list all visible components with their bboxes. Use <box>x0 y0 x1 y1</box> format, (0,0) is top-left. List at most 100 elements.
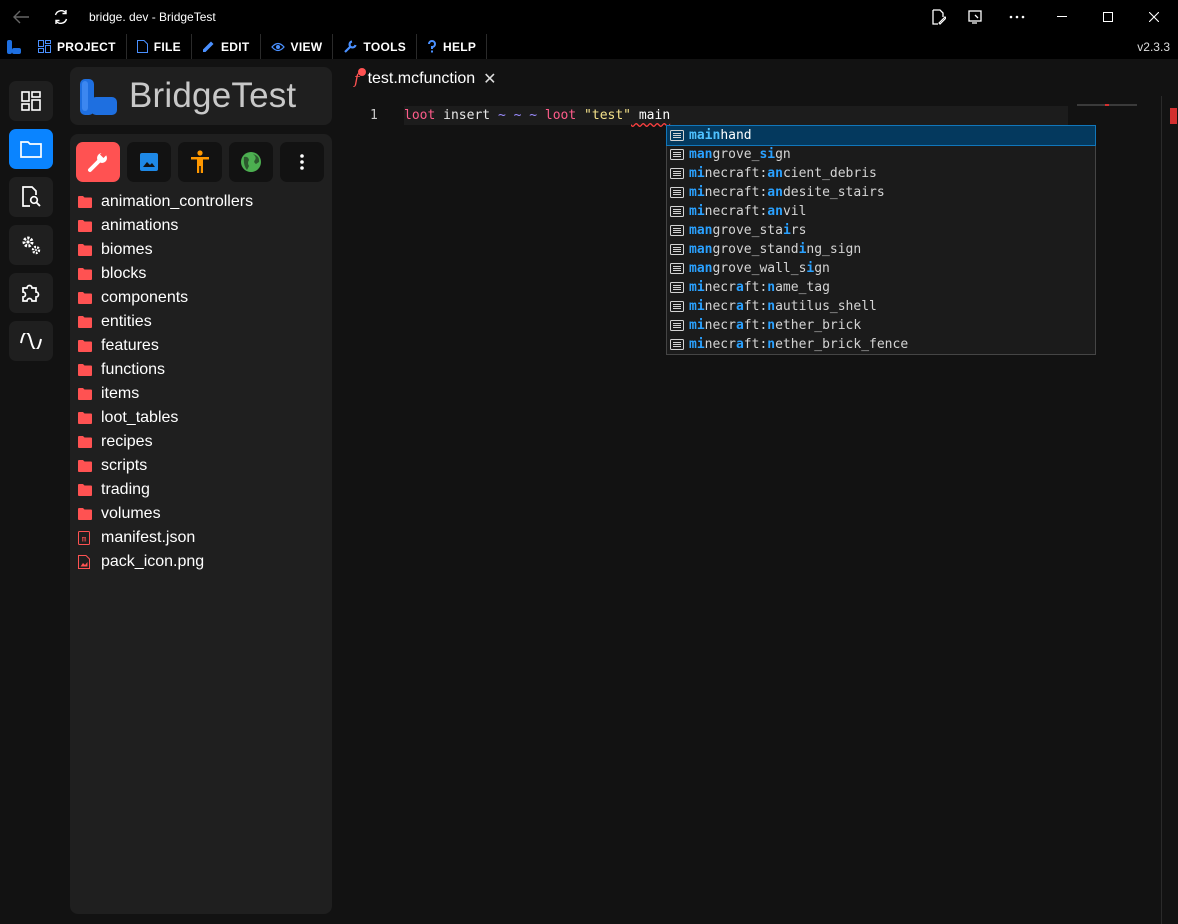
folder-item[interactable]: features <box>78 334 328 358</box>
close-tab-icon[interactable]: ✕ <box>483 69 496 89</box>
suggestion-text: necr <box>704 318 736 333</box>
line-number: 1 <box>370 108 378 123</box>
tab-test-mcfunction[interactable]: f test.mcfunction ✕ <box>354 68 497 89</box>
suggestion-item[interactable]: man grove_sta i rs <box>667 221 1095 240</box>
project-header[interactable]: BridgeTest <box>70 67 332 125</box>
menu-bar: PROJECT FILE EDIT VIEW TOOLS HELP v2.3.3 <box>0 34 1178 59</box>
suggestion-text: n <box>767 299 776 314</box>
settings-button[interactable] <box>9 225 53 265</box>
suggestion-item[interactable]: man grove_ si gn <box>667 145 1095 164</box>
suggestion-text: man <box>689 242 713 257</box>
back-arrow-icon[interactable] <box>6 0 36 34</box>
file-search-button[interactable] <box>9 177 53 217</box>
folder-item[interactable]: entities <box>78 310 328 334</box>
more-button[interactable] <box>280 142 324 182</box>
folder-icon <box>78 220 101 232</box>
menu-edit[interactable]: EDIT <box>192 34 261 59</box>
menu-help[interactable]: HELP <box>417 34 488 59</box>
folder-item[interactable]: animation_controllers <box>78 190 328 214</box>
suggestion-text: hand <box>720 128 752 143</box>
suggestion-text: a <box>735 337 744 352</box>
text-snippet-icon <box>670 301 689 312</box>
folder-icon <box>78 508 101 520</box>
wave-button[interactable] <box>9 321 53 361</box>
maximize-icon[interactable] <box>1085 0 1131 34</box>
folder-item[interactable]: scripts <box>78 454 328 478</box>
suggestion-item[interactable]: main hand <box>666 125 1096 146</box>
resource-pack-image-icon <box>140 153 158 171</box>
suggestion-item[interactable]: man grove_wall_s i gn <box>667 259 1095 278</box>
menu-file[interactable]: FILE <box>127 34 192 59</box>
folder-item[interactable]: recipes <box>78 430 328 454</box>
folder-item[interactable]: loot_tables <box>78 406 328 430</box>
suggestion-item[interactable]: mi necr a ft: n ether_brick <box>667 316 1095 335</box>
folder-label: features <box>101 337 159 354</box>
menu-project[interactable]: PROJECT <box>28 34 127 59</box>
folder-item[interactable]: blocks <box>78 262 328 286</box>
suggestion-text: necr <box>704 337 736 352</box>
file-search-icon <box>22 186 41 207</box>
bridge-logo-icon[interactable] <box>0 34 28 59</box>
folder-item[interactable]: trading <box>78 478 328 502</box>
suggestion-text: mi <box>689 318 705 333</box>
modified-dot <box>357 68 366 76</box>
text-snippet-icon <box>670 225 689 236</box>
folder-icon <box>78 340 101 352</box>
title-bar: bridge. dev - BridgeTest <box>0 0 1178 34</box>
suggestion-item[interactable]: mi necraft: an vil <box>667 202 1095 221</box>
close-icon[interactable] <box>1131 0 1177 34</box>
suggestion-text: necraft: <box>704 166 768 181</box>
edit-note-icon[interactable] <box>926 0 950 34</box>
editor-scrollbar[interactable] <box>1161 96 1178 924</box>
file-label: manifest.json <box>101 529 196 546</box>
extensions-button[interactable] <box>9 273 53 313</box>
more-vertical-icon <box>300 154 304 170</box>
folder-item[interactable]: items <box>78 382 328 406</box>
suggestion-item[interactable]: mi necr a ft: n ether_brick_fence <box>667 335 1095 354</box>
suggestion-text: n <box>767 318 776 333</box>
folder-item[interactable]: animations <box>78 214 328 238</box>
file-item[interactable]: pack_icon.png <box>78 550 328 574</box>
suggestion-item[interactable]: mi necr a ft: n autilus_shell <box>667 297 1095 316</box>
cast-icon[interactable] <box>963 0 987 34</box>
suggestion-text: ft: <box>743 337 768 352</box>
minimize-icon[interactable] <box>1039 0 1085 34</box>
folder-icon <box>78 460 101 472</box>
skin-pack-button[interactable] <box>178 142 222 182</box>
folder-item[interactable]: biomes <box>78 238 328 262</box>
suggestion-text: cient_debris <box>782 166 877 181</box>
behavior-pack-button[interactable] <box>76 142 120 182</box>
folder-item[interactable]: functions <box>78 358 328 382</box>
refresh-icon[interactable] <box>48 0 74 34</box>
menu-help-label: HELP <box>443 39 477 54</box>
dashboard-button[interactable] <box>9 81 53 121</box>
suggestion-item[interactable]: man grove_stand i ng_sign <box>667 240 1095 259</box>
suggestion-text: i <box>806 261 815 276</box>
tab-label: test.mcfunction <box>367 70 476 87</box>
folder-item[interactable]: components <box>78 286 328 310</box>
suggestion-text: mi <box>689 166 705 181</box>
folder-label: scripts <box>101 457 148 474</box>
suggestion-text: i <box>798 242 807 257</box>
menu-view[interactable]: VIEW <box>261 34 334 59</box>
suggestion-item[interactable]: mi necr a ft: n ame_tag <box>667 278 1095 297</box>
explorer-button[interactable] <box>9 129 53 169</box>
image-file-icon <box>78 555 101 569</box>
text-snippet-icon <box>670 263 689 274</box>
resource-pack-button[interactable] <box>127 142 171 182</box>
more-icon[interactable] <box>1004 0 1030 34</box>
tab-bar: f test.mcfunction ✕ <box>340 62 1178 96</box>
folder-item[interactable]: volumes <box>78 502 328 526</box>
suggestion-text: mi <box>689 280 705 295</box>
text-snippet-icon <box>670 244 689 255</box>
suggestion-item[interactable]: mi necraft: an cient_debris <box>667 164 1095 183</box>
file-item[interactable]: m manifest.json <box>78 526 328 550</box>
folder-icon <box>78 292 101 304</box>
folder-icon <box>78 244 101 256</box>
menu-tools[interactable]: TOOLS <box>333 34 418 59</box>
suggestion-item[interactable]: mi necraft: an desite_stairs <box>667 183 1095 202</box>
settings-gears-icon <box>22 236 41 255</box>
suggestion-text: gn <box>775 147 791 162</box>
code-line[interactable]: loot insert ~ ~ ~ loot "test" main <box>404 106 1068 125</box>
world-button[interactable] <box>229 142 273 182</box>
